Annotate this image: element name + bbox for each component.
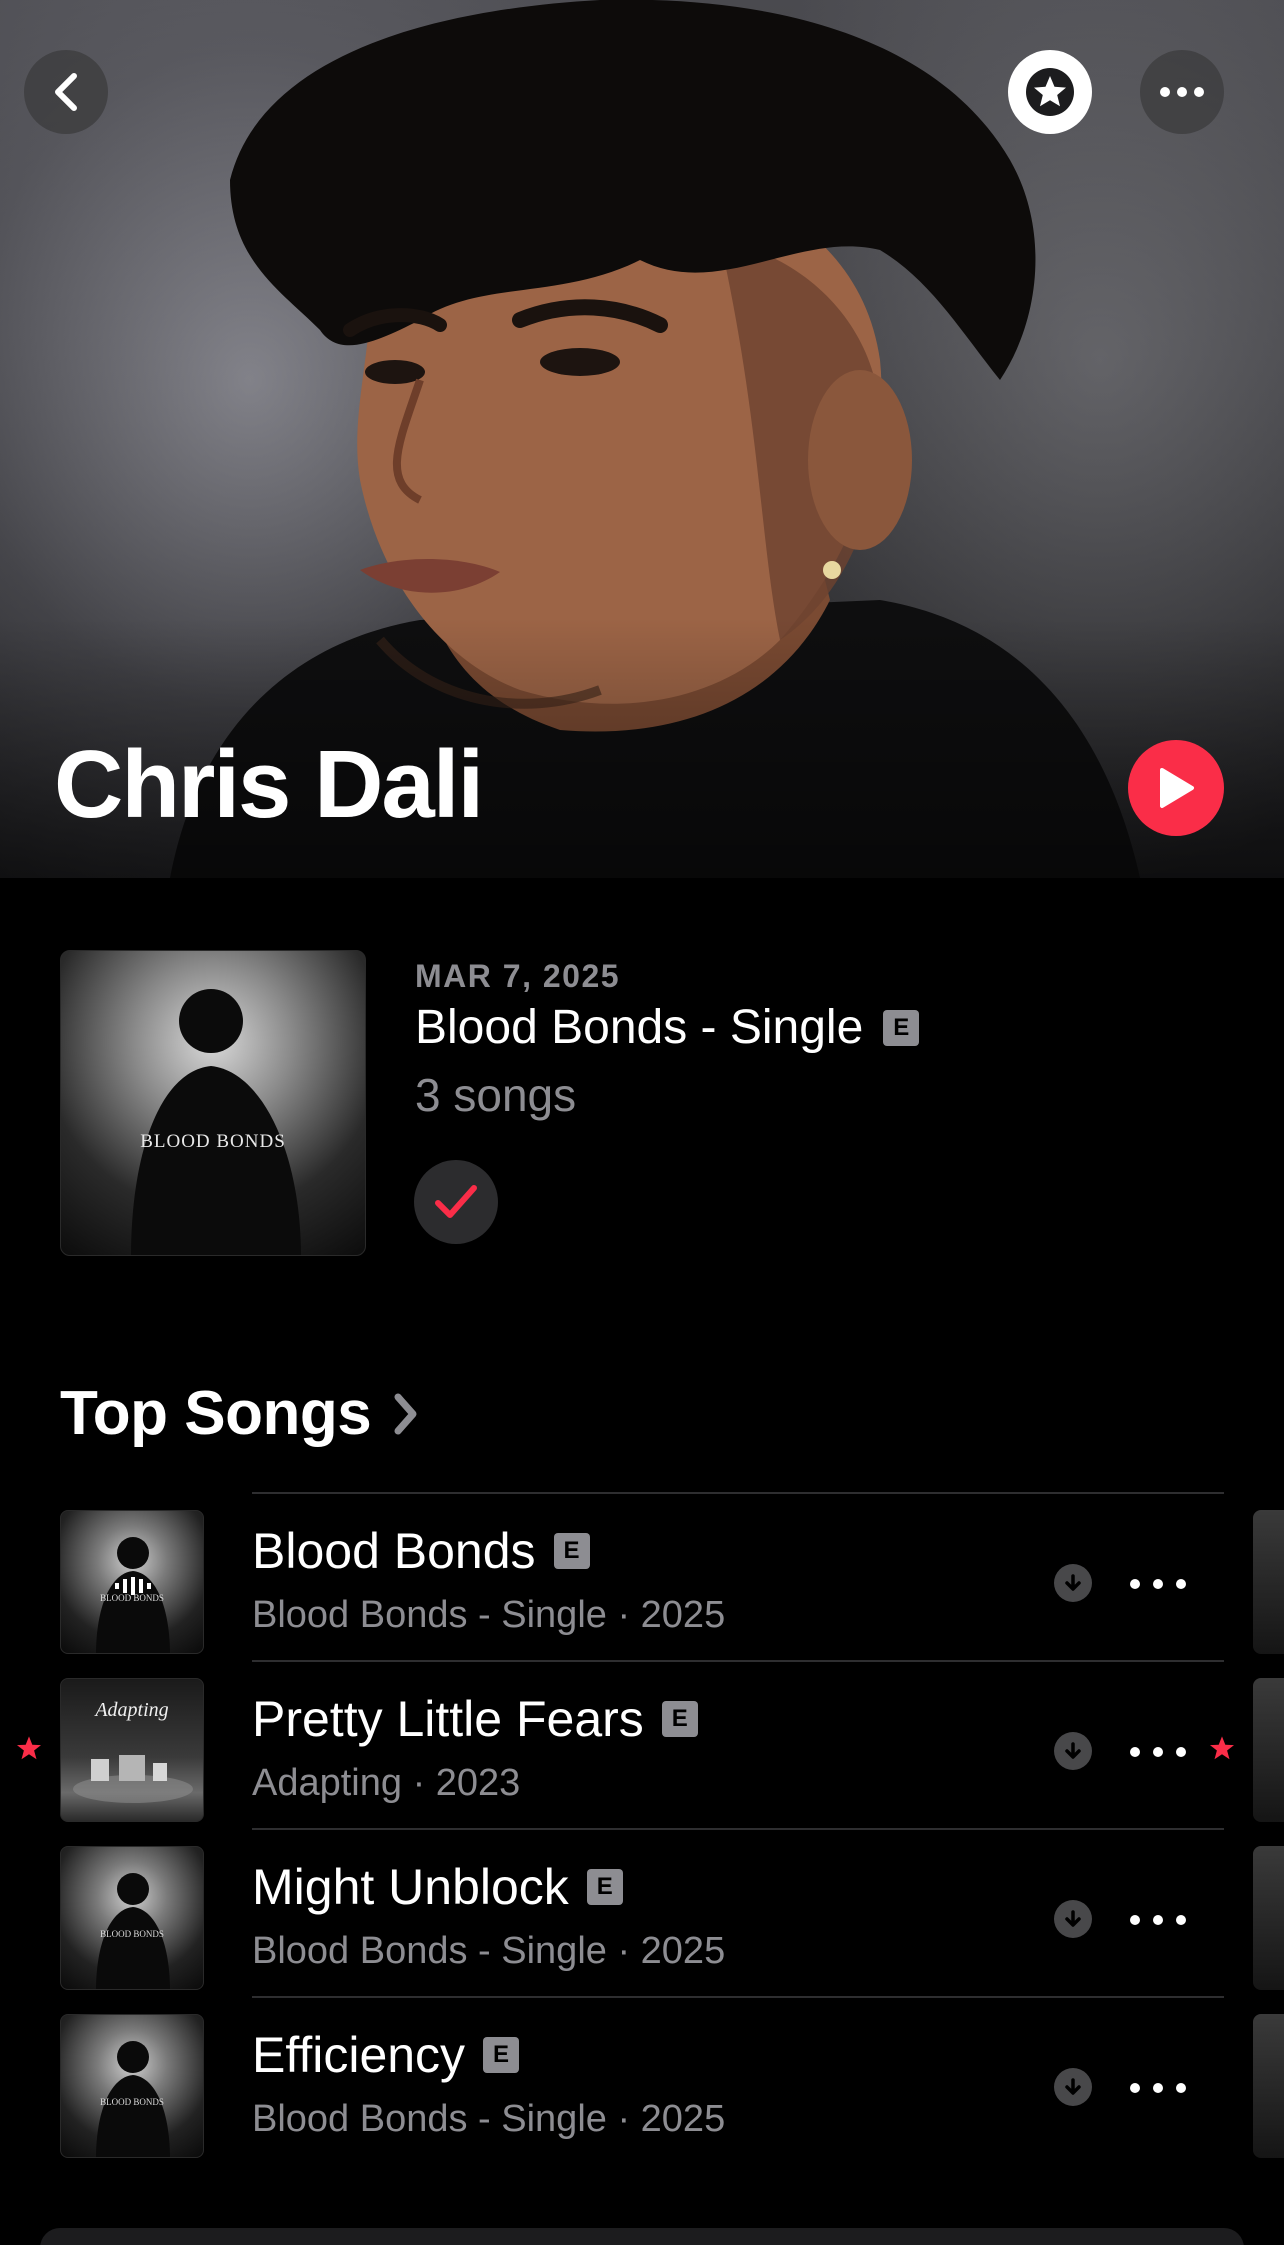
chevron-left-icon (55, 73, 77, 111)
song-count: 3 songs (415, 1069, 577, 1121)
play-icon (1160, 768, 1194, 808)
song-title: Efficiency (252, 2027, 466, 2083)
more-options-button[interactable] (1140, 50, 1224, 134)
song-subtitle: Blood Bonds - Single · 2025 (252, 1930, 726, 1972)
artwork-title: Adapting (95, 1699, 169, 1721)
artwork-title: BLOOD BONDS (140, 1131, 286, 1152)
silhouette-art (131, 989, 301, 1255)
favorite-artist-button[interactable] (1008, 50, 1092, 134)
explicit-badge: E (883, 1009, 920, 1046)
row-divider (252, 1996, 1224, 1998)
artwork-title: BLOOD BONDS (100, 2097, 164, 2107)
row-divider (252, 1660, 1224, 1662)
download-icon[interactable] (1054, 1732, 1092, 1770)
latest-release-title-row[interactable]: Blood Bonds - Single E (415, 1000, 920, 1055)
download-icon[interactable] (1054, 1564, 1092, 1602)
mini-player-bar[interactable] (40, 2228, 1244, 2245)
song-row[interactable]: BLOOD BONDS Blood Bonds E Blood Bonds - … (0, 1492, 1284, 1660)
release-date: MAR 7, 2025 (415, 958, 621, 994)
next-page-artwork (1253, 1846, 1284, 1990)
added-to-library-button[interactable] (414, 1160, 498, 1244)
song-title-row: Efficiency E (252, 2026, 520, 2084)
favorite-star-icon (17, 1736, 41, 1760)
song-more-button[interactable] (1130, 1566, 1186, 1602)
song-row[interactable]: Adapting Pretty Little Fears E Adapting … (0, 1660, 1284, 1828)
download-icon[interactable] (1054, 2068, 1092, 2106)
song-title: Blood Bonds (252, 1523, 536, 1579)
favorite-star-icon (1210, 1736, 1234, 1760)
artist-hero: Chris Dali (0, 0, 1284, 878)
silhouette-art (96, 2041, 170, 2157)
chevron-right-icon (394, 1393, 417, 1434)
song-title-row: Blood Bonds E (252, 1522, 590, 1580)
top-songs-header[interactable]: Top Songs (60, 1378, 419, 1449)
song-title-row: Pretty Little Fears E (252, 1690, 698, 1748)
song-subtitle: Adapting · 2023 (252, 1762, 521, 1804)
next-page-artwork (1253, 1678, 1284, 1822)
download-icon[interactable] (1054, 1900, 1092, 1938)
song-title: Might Unblock (252, 1859, 569, 1915)
star-icon (1026, 68, 1074, 116)
checkmark-icon (435, 1185, 477, 1218)
artwork-title: BLOOD BONDS (100, 1929, 164, 1939)
song-more-button[interactable] (1130, 1902, 1186, 1938)
explicit-badge: E (553, 1533, 590, 1569)
song-row[interactable]: BLOOD BONDS Efficiency E Blood Bonds - S… (0, 1996, 1284, 2164)
song-artwork: BLOOD BONDS (60, 1846, 204, 1990)
explicit-badge: E (483, 2037, 520, 2073)
song-more-button[interactable] (1130, 2070, 1186, 2106)
play-button[interactable] (1128, 740, 1224, 836)
latest-release-artwork[interactable]: BLOOD BONDS (60, 950, 366, 1256)
song-artwork: Adapting (60, 1678, 204, 1822)
latest-release-title: Blood Bonds - Single (415, 1001, 864, 1054)
silhouette-art (96, 1873, 170, 1989)
row-divider (252, 1492, 1224, 1494)
ellipsis-icon (1160, 87, 1204, 97)
song-artwork: BLOOD BONDS (60, 1510, 204, 1654)
song-row[interactable]: BLOOD BONDS Might Unblock E Blood Bonds … (0, 1828, 1284, 1996)
explicit-badge: E (586, 1869, 623, 1905)
row-divider (252, 1828, 1224, 1830)
song-title-row: Might Unblock E (252, 1858, 623, 1916)
song-artwork: BLOOD BONDS (60, 2014, 204, 2158)
artist-name: Chris Dali (54, 731, 484, 838)
next-page-artwork (1253, 1510, 1284, 1654)
section-title: Top Songs (60, 1379, 372, 1448)
song-title: Pretty Little Fears (252, 1691, 644, 1747)
explicit-badge: E (661, 1701, 698, 1737)
song-subtitle: Blood Bonds - Single · 2025 (252, 2098, 726, 2140)
song-more-button[interactable] (1130, 1734, 1186, 1770)
song-subtitle: Blood Bonds - Single · 2025 (252, 1594, 726, 1636)
artwork-title: BLOOD BONDS (100, 1593, 164, 1603)
silhouette-art (96, 1537, 170, 1653)
back-button[interactable] (24, 50, 108, 134)
next-page-artwork (1253, 2014, 1284, 2158)
